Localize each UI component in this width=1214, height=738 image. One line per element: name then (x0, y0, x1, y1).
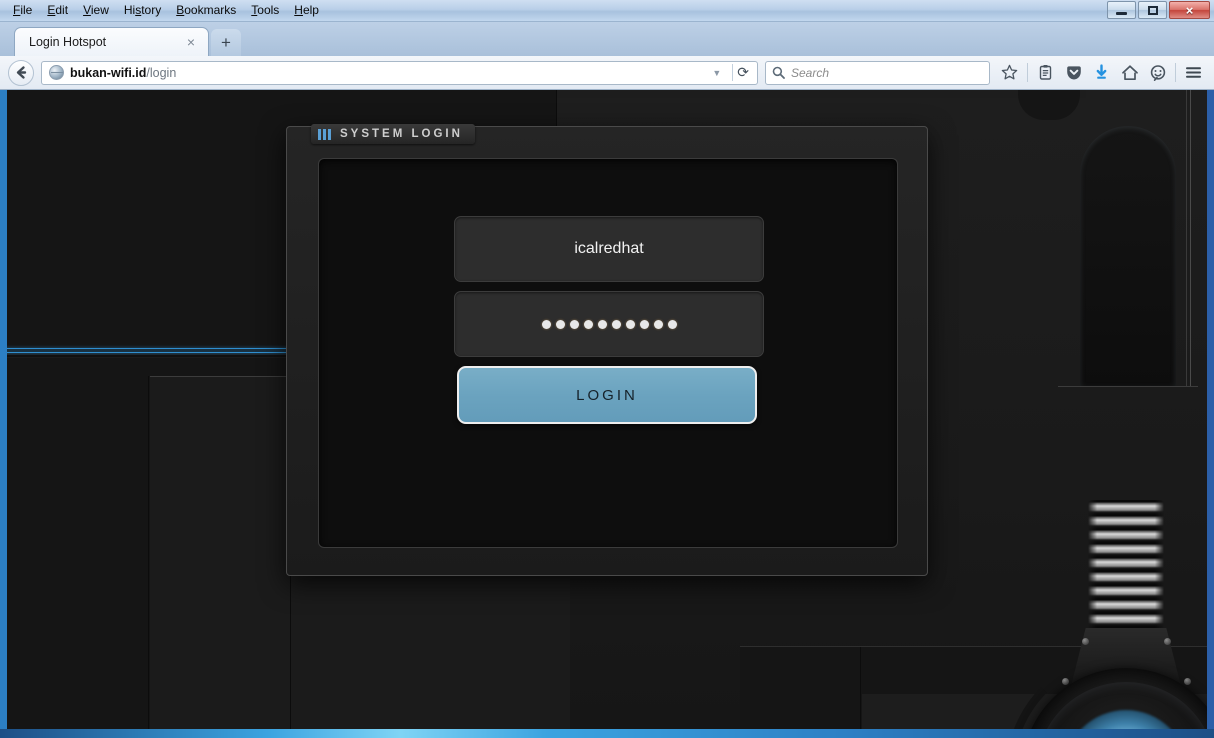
restore-button[interactable] (1138, 1, 1167, 19)
menu-view[interactable]: View (76, 1, 116, 20)
password-masked-value (541, 319, 677, 329)
username-value: icalredhat (574, 240, 644, 257)
menu-edit[interactable]: Edit (40, 1, 75, 20)
search-placeholder: Search (791, 65, 830, 80)
login-button[interactable]: LOGIN (457, 366, 757, 424)
url-host: bukan-wifi.id (70, 65, 147, 80)
title-bar: File Edit View History Bookmarks Tools H… (0, 0, 1214, 22)
menu-bar: File Edit View History Bookmarks Tools H… (0, 1, 326, 20)
tab-title: Login Hotspot (29, 35, 107, 49)
three-bars-icon (318, 128, 331, 140)
url-bar[interactable]: bukan-wifi.id/login ▼ ⟳ (41, 60, 758, 85)
url-text: bukan-wifi.id/login (70, 66, 701, 80)
login-form-area: icalredhat LOGIN (318, 158, 898, 548)
bookmark-star-icon[interactable] (997, 60, 1022, 85)
password-field[interactable] (454, 291, 764, 357)
back-button[interactable] (8, 59, 34, 86)
login-button-label: LOGIN (576, 386, 638, 404)
sync-chat-icon[interactable] (1145, 60, 1170, 85)
tab-close-icon[interactable]: × (182, 35, 200, 49)
search-box[interactable]: Search (765, 60, 990, 85)
reader-clipboard-icon[interactable] (1033, 60, 1058, 85)
restore-icon (1147, 5, 1158, 15)
menu-bookmarks[interactable]: Bookmarks (169, 1, 243, 20)
hamburger-menu-icon[interactable] (1181, 60, 1206, 85)
menu-help[interactable]: Help (287, 1, 326, 20)
chevron-down-icon[interactable]: ▼ (707, 68, 726, 78)
panel-title: SYSTEM LOGIN (340, 128, 463, 140)
browser-window: File Edit View History Bookmarks Tools H… (0, 0, 1214, 738)
reload-icon[interactable]: ⟳ (732, 64, 753, 81)
tab-login-hotspot[interactable]: Login Hotspot × (14, 27, 209, 56)
navigation-toolbar: bukan-wifi.id/login ▼ ⟳ Search (0, 56, 1214, 90)
back-arrow-icon (16, 66, 26, 79)
system-login-panel: SYSTEM LOGIN icalredhat LOGIN (286, 124, 928, 576)
toolbar-separator (1027, 63, 1028, 82)
home-icon[interactable] (1117, 60, 1142, 85)
page-viewport: SYSTEM LOGIN icalredhat LOGIN (0, 90, 1214, 738)
menu-tools[interactable]: Tools (244, 1, 286, 20)
toolbar-icons (997, 60, 1206, 85)
url-path: /login (146, 65, 177, 80)
minimize-button[interactable] (1107, 1, 1136, 19)
new-tab-button[interactable]: + (211, 29, 241, 56)
search-icon (772, 66, 785, 79)
window-controls: × (1107, 1, 1210, 19)
site-favicon-icon (49, 65, 64, 80)
menu-history[interactable]: History (117, 1, 168, 20)
toolbar-separator-2 (1175, 63, 1176, 82)
login-fields: icalredhat LOGIN (454, 216, 764, 424)
menu-file[interactable]: File (6, 1, 39, 20)
download-arrow-icon[interactable] (1089, 60, 1114, 85)
close-window-button[interactable]: × (1169, 1, 1210, 19)
tab-strip: Login Hotspot × + (0, 22, 1214, 56)
close-icon: × (1185, 2, 1194, 18)
username-field[interactable]: icalredhat (454, 216, 764, 282)
pocket-shield-icon[interactable] (1061, 60, 1086, 85)
panel-header: SYSTEM LOGIN (311, 124, 475, 144)
minimize-icon (1116, 12, 1127, 15)
